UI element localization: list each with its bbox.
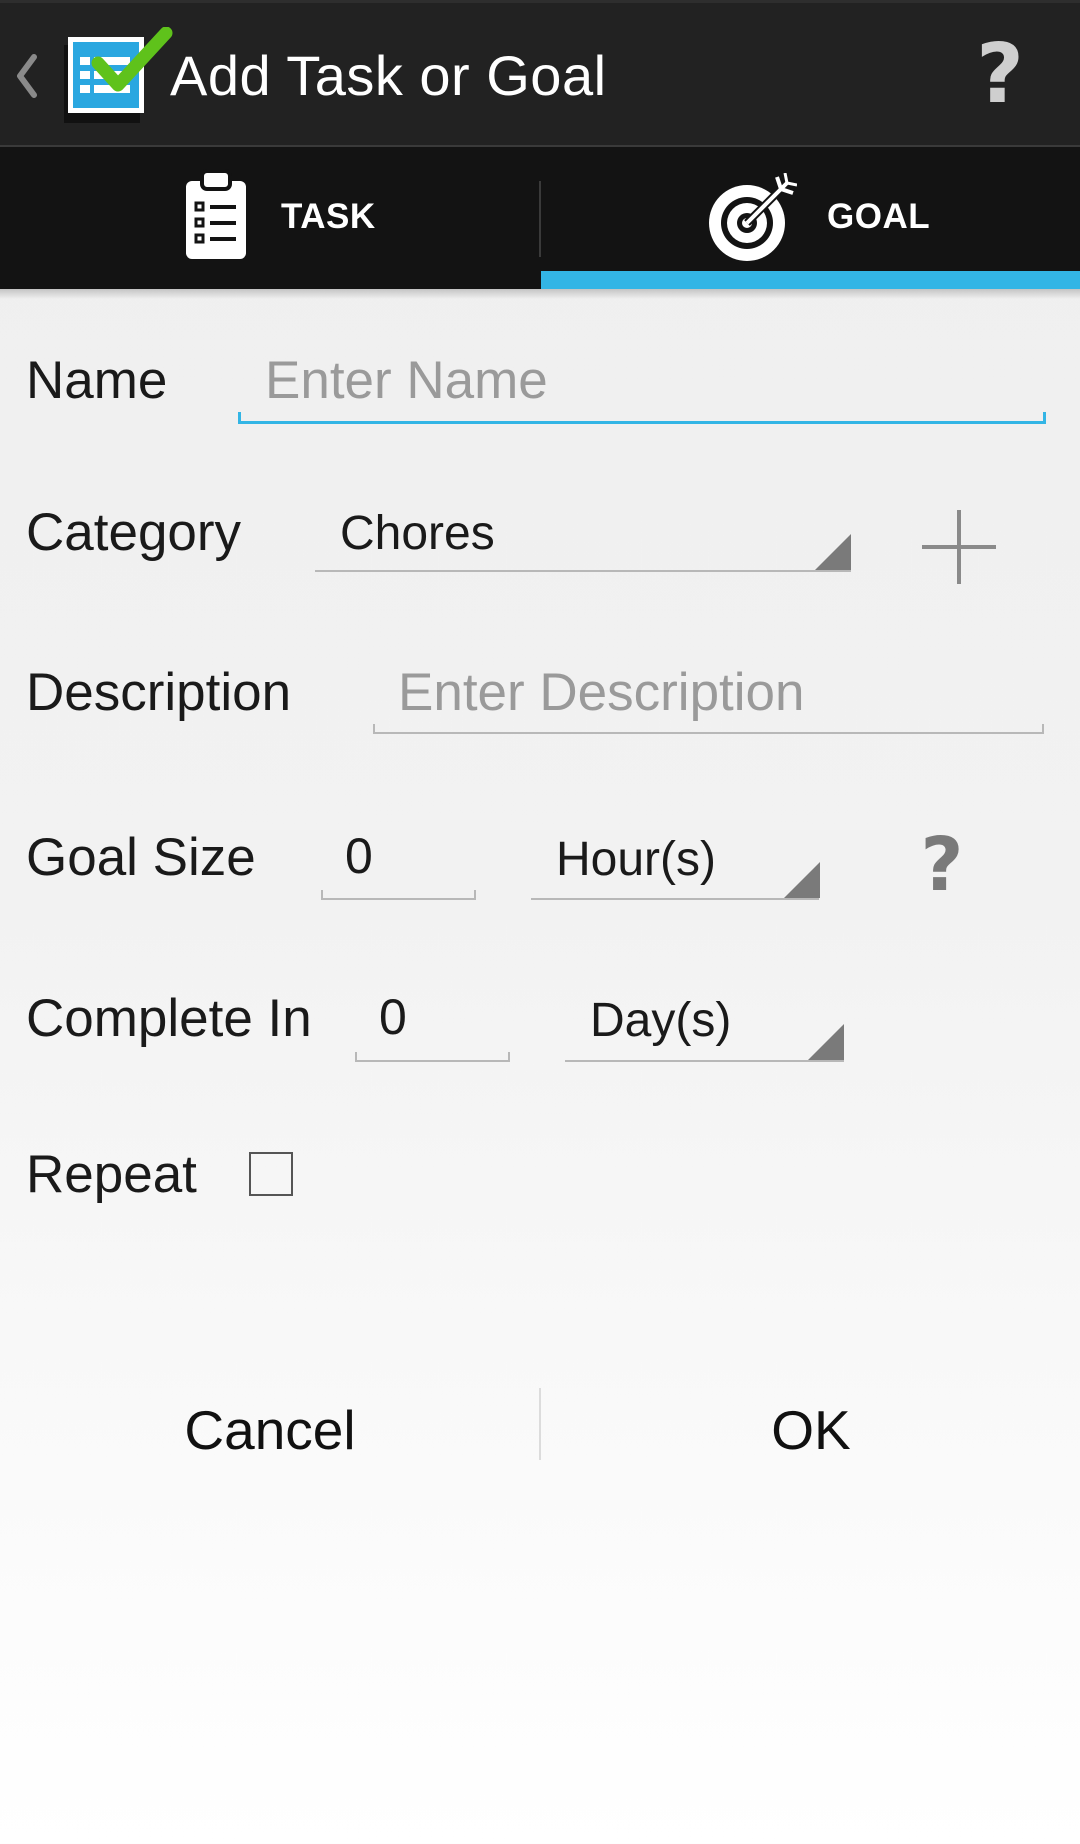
description-label: Description xyxy=(26,663,292,722)
complete-in-unit: Day(s) xyxy=(590,994,732,1047)
action-bar: Add Task or Goal ? xyxy=(0,0,1080,147)
name-label: Name xyxy=(26,351,168,410)
description-placeholder: Enter Description xyxy=(398,663,805,722)
goal-size-unit-underline xyxy=(531,898,819,900)
repeat-checkbox[interactable] xyxy=(249,1152,293,1196)
dropdown-arrow-icon xyxy=(815,534,851,570)
dropdown-arrow-icon xyxy=(784,862,820,898)
tab-goal-label: GOAL xyxy=(827,197,931,236)
category-underline xyxy=(315,570,851,572)
tab-task-label: TASK xyxy=(281,197,376,236)
goal-size-help-button[interactable]: ? xyxy=(912,820,972,910)
tab-task[interactable]: TASK xyxy=(0,147,540,289)
repeat-label: Repeat xyxy=(26,1145,197,1204)
tab-shadow xyxy=(0,289,1080,299)
complete-in-unit-underline xyxy=(565,1060,844,1062)
complete-in-label: Complete In xyxy=(26,989,312,1048)
name-input-underline xyxy=(238,412,1046,424)
target-arrow-icon xyxy=(707,172,798,263)
tab-bar: TASK GOAL xyxy=(0,147,1080,289)
page-title: Add Task or Goal xyxy=(170,44,607,107)
complete-in-underline xyxy=(355,1052,510,1062)
goal-size-value: 0 xyxy=(345,828,373,884)
selected-tab-indicator xyxy=(541,271,1080,289)
goal-size-unit: Hour(s) xyxy=(556,833,717,886)
chevron-left-icon[interactable] xyxy=(12,51,40,101)
clipboard-list-icon xyxy=(184,169,248,261)
tab-goal[interactable]: GOAL xyxy=(541,147,1080,289)
goal-size-underline xyxy=(321,890,476,900)
plus-icon[interactable] xyxy=(922,510,996,584)
category-label: Category xyxy=(26,503,242,562)
checklist-app-icon[interactable] xyxy=(62,26,180,127)
description-underline xyxy=(373,724,1044,734)
help-button[interactable]: ? xyxy=(970,25,1030,125)
name-placeholder: Enter Name xyxy=(265,351,548,410)
category-value: Chores xyxy=(340,507,495,560)
dropdown-arrow-icon xyxy=(808,1024,844,1060)
goal-size-label: Goal Size xyxy=(26,828,256,887)
ok-button[interactable]: OK xyxy=(541,1385,1080,1475)
cancel-button[interactable]: Cancel xyxy=(0,1385,540,1475)
complete-in-value: 0 xyxy=(379,989,407,1045)
